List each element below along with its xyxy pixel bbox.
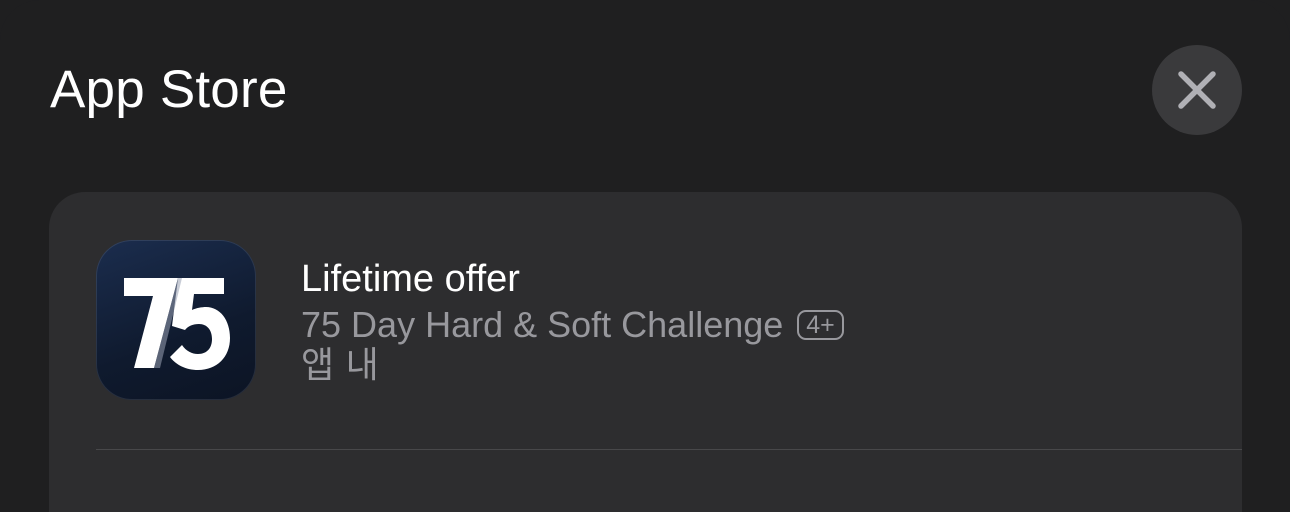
app-name-row: 75 Day Hard & Soft Challenge 4+ <box>301 302 844 348</box>
age-rating-badge: 4+ <box>797 310 844 340</box>
app-icon-graphic <box>124 278 230 370</box>
in-app-label: 앱 내 <box>301 345 379 386</box>
close-button[interactable] <box>1152 45 1242 135</box>
offer-title: Lifetime offer <box>301 258 520 300</box>
close-icon <box>1178 71 1216 109</box>
app-icon <box>96 240 256 400</box>
sheet-title: App Store <box>50 60 288 119</box>
app-name: 75 Day Hard & Soft Challenge <box>301 304 784 345</box>
app-store-sheet: App Store Lifetime offer 75 Day Hard & S… <box>0 0 1290 512</box>
offer-card: Lifetime offer 75 Day Hard & Soft Challe… <box>49 192 1242 512</box>
divider <box>96 449 1242 450</box>
